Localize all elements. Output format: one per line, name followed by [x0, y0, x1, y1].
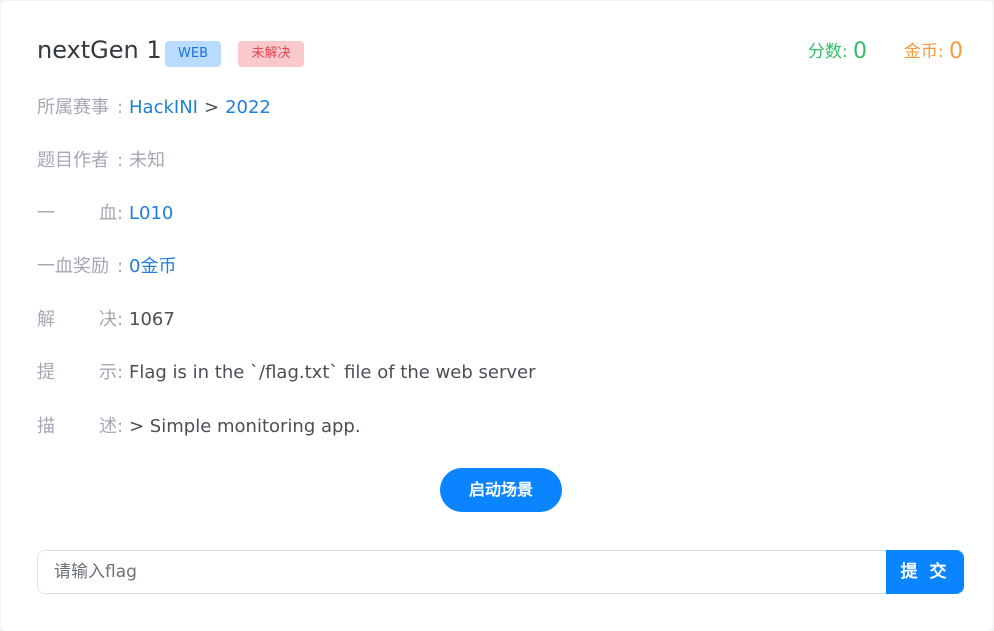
first-blood-label: 一 血 [37, 201, 117, 227]
score-label: 分数: [807, 42, 848, 62]
first-blood-reward-label: 一血奖励 [37, 256, 109, 277]
author-value: 未知 [129, 150, 165, 171]
hint-label-a: 提 [37, 362, 55, 383]
coin-display: 金币: 0 [904, 37, 963, 64]
first-blood-colon: : [117, 203, 124, 224]
hint-colon: : [117, 362, 124, 383]
author-colon: : [117, 150, 124, 171]
event-value: HackINI >2022 [129, 95, 271, 121]
first-blood-reward-value: 0金币 [129, 256, 177, 277]
author-label: 题目作者 [37, 150, 109, 171]
solves-label-b: 决 [99, 309, 117, 330]
hint-label: 提 示 [37, 360, 117, 386]
breadcrumb-separator: > [203, 97, 220, 118]
solves-label-a: 解 [37, 309, 55, 330]
score-display: 分数: 0 [808, 37, 867, 64]
description-colon: : [117, 416, 124, 437]
event-label: 所属赛事 [37, 97, 109, 118]
description-value: > Simple monitoring app. [129, 416, 361, 437]
hint-label-b: 示 [99, 362, 117, 383]
coin-label: 金币: [903, 42, 944, 62]
score-value: 0 [853, 39, 867, 64]
hint-value: Flag is in the `/flag.txt` file of the w… [129, 362, 536, 383]
coin-value: 0 [949, 39, 963, 64]
first-blood-reward-colon: : [117, 256, 124, 277]
competition-link[interactable]: HackINI [129, 97, 198, 118]
submit-flag-button[interactable]: 提 交 [886, 550, 964, 594]
description-label: 描 述 [37, 414, 117, 440]
challenge-title: nextGen 1 [37, 36, 162, 64]
description-label-a: 描 [37, 416, 55, 437]
challenge-card: nextGen 1 WEB 未解决 分数: 0 金币: 0 所属赛事 : Hac… [1, 1, 993, 631]
category-badge: WEB [165, 41, 221, 67]
event-colon: : [117, 97, 124, 118]
flag-input[interactable] [37, 550, 887, 594]
first-blood-label-a: 一 [37, 203, 55, 224]
first-blood-user-link[interactable]: L010 [129, 201, 173, 227]
solves-label: 解 决 [37, 307, 117, 333]
solves-colon: : [117, 309, 124, 330]
solves-value: 1067 [129, 309, 175, 330]
status-badge: 未解决 [238, 41, 304, 67]
year-link[interactable]: 2022 [225, 97, 271, 118]
description-label-b: 述 [99, 416, 117, 437]
first-blood-label-b: 血 [99, 203, 117, 224]
challenge-header: nextGen 1 WEB 未解决 分数: 0 金币: 0 [37, 35, 963, 69]
start-scene-button[interactable]: 启动场景 [440, 468, 562, 512]
